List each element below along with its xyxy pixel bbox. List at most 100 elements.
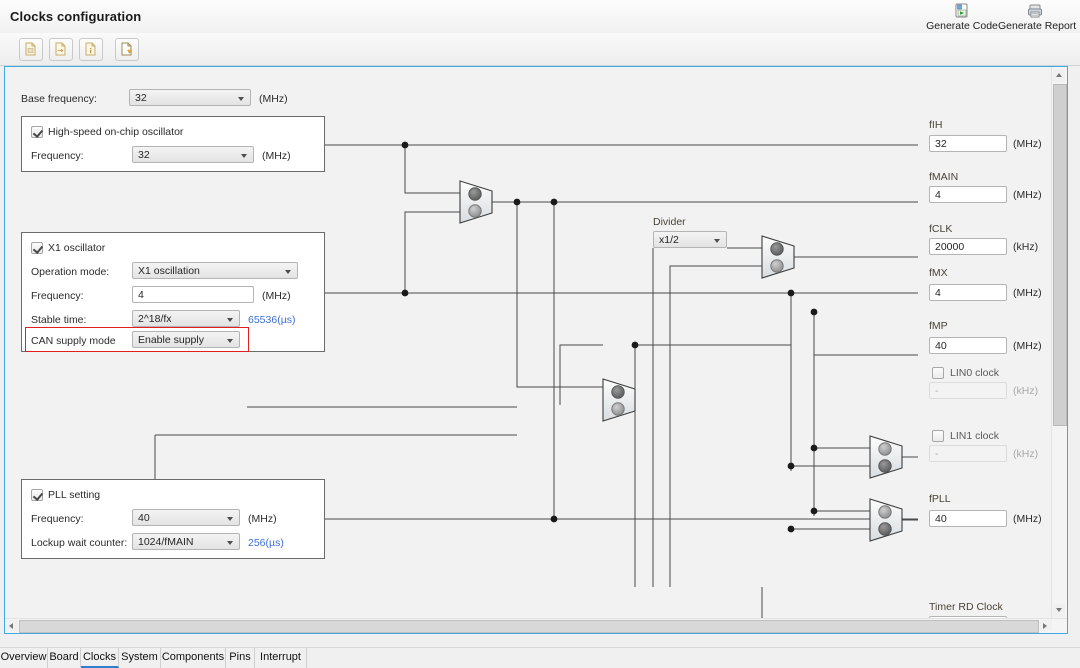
generate-code-label: Generate Code <box>925 20 999 32</box>
hoco-frequency-select[interactable]: 32 <box>132 146 254 163</box>
output-value-fclk[interactable]: 20000 <box>929 238 1007 255</box>
chevron-down-icon <box>227 541 233 545</box>
output-unit-fpll: (MHz) <box>1013 513 1042 525</box>
lin0-clock-checkbox[interactable] <box>932 367 944 379</box>
pll-lockup-value: 1024/fMAIN <box>138 536 193 548</box>
tab-interrupt[interactable]: Interrupt <box>255 648 307 668</box>
output-value-fmx[interactable]: 4 <box>929 284 1007 301</box>
open-file-button[interactable] <box>49 38 73 61</box>
horizontal-scrollbar-thumb[interactable] <box>19 620 1039 633</box>
pll-frequency-select[interactable]: 40 <box>132 509 240 526</box>
base-frequency-value: 32 <box>135 92 147 104</box>
scroll-right-button[interactable] <box>1040 620 1052 631</box>
can-supply-mode-select[interactable]: Enable supply <box>132 331 240 348</box>
output-label-fmain: fMAIN <box>929 171 958 183</box>
clock-diagram-canvas[interactable]: Base frequency: 32 (MHz) High-speed on-c… <box>4 66 1068 634</box>
file-info-button[interactable] <box>79 38 103 61</box>
tab-components[interactable]: Components <box>161 648 226 668</box>
output-unit-fmp: (MHz) <box>1013 340 1042 352</box>
divider-label: Divider <box>653 216 686 228</box>
hoco-checkbox[interactable] <box>31 126 43 138</box>
can-supply-mode-label: CAN supply mode <box>31 335 116 347</box>
scroll-down-button[interactable] <box>1053 604 1065 617</box>
chevron-down-icon <box>227 339 233 343</box>
generate-code-button[interactable]: Generate Code <box>925 2 999 32</box>
divider-value: x1/2 <box>659 234 679 246</box>
x1-frequency-input[interactable]: 4 <box>132 286 254 303</box>
generate-report-button[interactable]: Generate Report <box>998 2 1072 32</box>
file-info-icon <box>85 42 95 55</box>
output-value-lin1[interactable]: - <box>929 445 1007 462</box>
scroll-left-button[interactable] <box>6 620 18 631</box>
vertical-scrollbar[interactable] <box>1051 67 1067 619</box>
x1-checkbox[interactable] <box>31 242 43 254</box>
output-value-fmain[interactable]: 4 <box>929 186 1007 203</box>
chevron-down-icon <box>285 270 291 274</box>
file-new-icon <box>25 42 35 55</box>
scroll-up-button[interactable] <box>1053 69 1065 82</box>
tab-overview[interactable]: Overview <box>0 648 48 668</box>
mux-lin1 <box>870 499 902 541</box>
chevron-down-icon <box>227 517 233 521</box>
x1-stable-time-value: 2^18/fx <box>138 313 172 325</box>
output-value-fmain-text: 4 <box>935 189 941 201</box>
divider-select[interactable]: x1/2 <box>653 231 727 248</box>
pll-lockup-select[interactable]: 1024/fMAIN <box>132 533 240 550</box>
title-bar: Clocks configuration Generate Code Gener… <box>0 0 1080 34</box>
base-frequency-select[interactable]: 32 <box>129 89 251 106</box>
new-file-button[interactable] <box>19 38 43 61</box>
generate-code-icon <box>953 3 971 19</box>
chevron-down-icon <box>238 97 244 101</box>
hoco-frequency-value: 32 <box>138 149 150 161</box>
lin1-clock-label: LIN1 clock <box>950 430 999 442</box>
caret-up-icon <box>1056 73 1062 77</box>
pll-lockup-label: Lockup wait counter: <box>31 537 127 549</box>
output-label-fih: fIH <box>929 119 942 131</box>
output-value-fmp-text: 40 <box>935 340 947 352</box>
output-unit-fih: (MHz) <box>1013 138 1042 150</box>
pll-lockup-computed: 256(µs) <box>248 537 284 549</box>
tab-system[interactable]: System <box>119 648 161 668</box>
output-label-fmp: fMP <box>929 320 948 332</box>
mux-lin0 <box>870 436 902 478</box>
caret-down-icon <box>1056 608 1062 612</box>
x1-stable-time-select[interactable]: 2^18/fx <box>132 310 240 327</box>
hoco-checkbox-label: High-speed on-chip oscillator <box>48 126 183 138</box>
hoco-frequency-unit: (MHz) <box>262 150 291 162</box>
tab-clocks[interactable]: Clocks <box>81 648 119 668</box>
hoco-panel: High-speed on-chip oscillator Frequency:… <box>21 116 325 172</box>
x1-operation-mode-label: Operation mode: <box>31 266 109 278</box>
x1-frequency-label: Frequency: <box>31 290 84 302</box>
x1-frequency-value: 4 <box>138 289 144 301</box>
file-export-icon <box>121 42 131 55</box>
output-label-timer-rd: Timer RD Clock <box>929 601 1003 613</box>
output-value-fmp[interactable]: 40 <box>929 337 1007 354</box>
output-unit-fmain: (MHz) <box>1013 189 1042 201</box>
pll-frequency-label: Frequency: <box>31 513 84 525</box>
lin1-clock-checkbox[interactable] <box>932 430 944 442</box>
horizontal-scrollbar[interactable] <box>5 618 1067 633</box>
pll-checkbox[interactable] <box>31 489 43 501</box>
x1-operation-mode-value: X1 oscillation <box>138 265 200 277</box>
output-unit-lin0: (kHz) <box>1013 385 1038 397</box>
vertical-scrollbar-thumb[interactable] <box>1053 84 1067 426</box>
output-value-fih[interactable]: 32 <box>929 135 1007 152</box>
pll-frequency-value: 40 <box>138 512 150 524</box>
mux-group <box>460 181 902 633</box>
chevron-down-icon <box>227 318 233 322</box>
output-value-lin0[interactable]: - <box>929 382 1007 399</box>
x1-oscillator-panel: X1 oscillator Operation mode: X1 oscilla… <box>21 232 325 352</box>
tab-pins[interactable]: Pins <box>226 648 255 668</box>
export-file-button[interactable] <box>115 38 139 61</box>
x1-checkbox-label: X1 oscillator <box>48 242 105 254</box>
mux-fclk <box>762 236 794 278</box>
tab-board[interactable]: Board <box>48 648 81 668</box>
x1-operation-mode-select[interactable]: X1 oscillation <box>132 262 298 279</box>
output-value-fmx-text: 4 <box>935 287 941 299</box>
x1-frequency-unit: (MHz) <box>262 290 291 302</box>
output-value-lin0-text: - <box>935 385 939 397</box>
bottom-tab-bar: Overview Board Clocks System Components … <box>0 647 1080 668</box>
output-value-fpll[interactable]: 40 <box>929 510 1007 527</box>
output-value-fpll-text: 40 <box>935 513 947 525</box>
output-unit-lin1: (kHz) <box>1013 448 1038 460</box>
